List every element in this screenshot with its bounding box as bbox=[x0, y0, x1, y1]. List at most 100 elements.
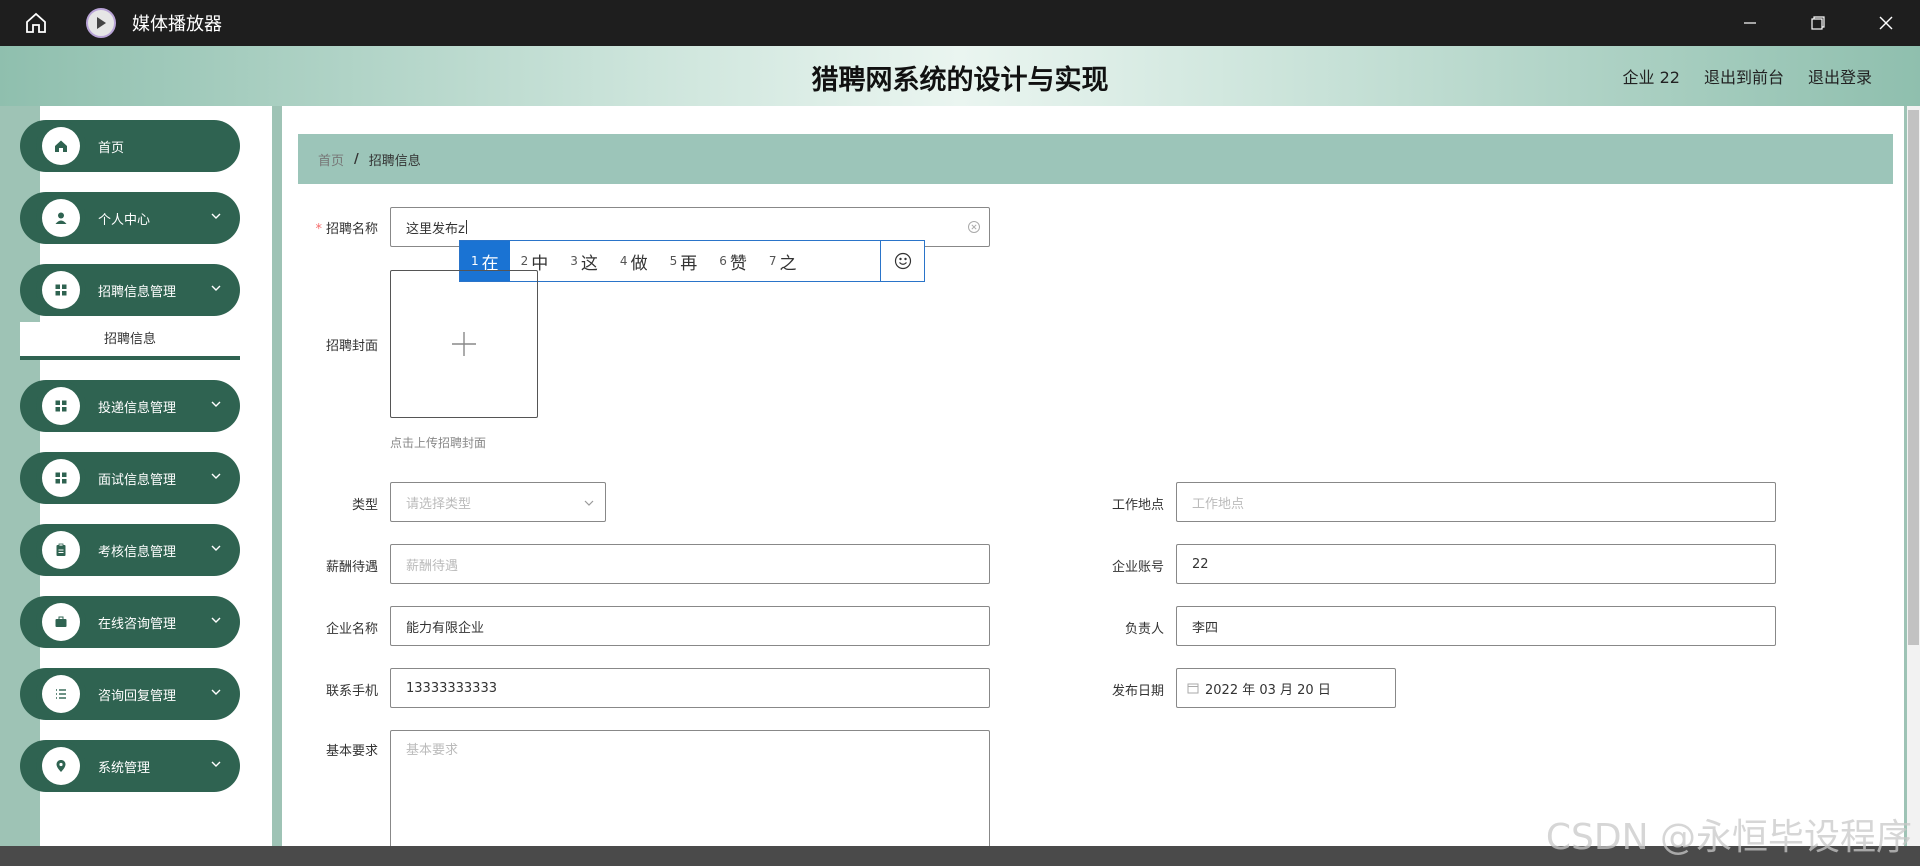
breadcrumb: 首页 / 招聘信息 bbox=[298, 134, 1893, 184]
salary-input[interactable]: 薪酬待遇 bbox=[390, 544, 990, 584]
phone-input[interactable]: 13333333333 bbox=[390, 668, 990, 708]
minimize-icon[interactable] bbox=[1716, 0, 1784, 46]
ime-candidate[interactable]: 7之 bbox=[758, 241, 808, 281]
sidebar-item-label: 咨询回复管理 bbox=[98, 688, 177, 704]
chevron-down-icon bbox=[211, 285, 221, 291]
close-icon[interactable] bbox=[1852, 0, 1920, 46]
cover-label: 招聘封面 bbox=[325, 339, 378, 354]
manager-value: 李四 bbox=[1192, 620, 1219, 636]
sidebar-subitem-recruit-info[interactable]: 招聘信息 bbox=[20, 322, 240, 360]
salary-label: 薪酬待遇 bbox=[325, 560, 378, 575]
sidebar-item-reply-management[interactable]: 咨询回复管理 bbox=[20, 668, 240, 720]
phone-value: 13333333333 bbox=[406, 680, 497, 696]
company-name-value: 能力有限企业 bbox=[406, 620, 485, 636]
play-icon bbox=[86, 8, 116, 38]
ime-candidate[interactable]: 5再 bbox=[659, 241, 709, 281]
company-account-value: 22 bbox=[1192, 556, 1209, 572]
ime-candidate[interactable]: 3这 bbox=[559, 241, 609, 281]
chevron-down-icon bbox=[211, 761, 221, 767]
icon-ring bbox=[36, 741, 86, 791]
manager-input[interactable]: 李四 bbox=[1176, 606, 1776, 646]
ime-candidate-char: 做 bbox=[630, 253, 648, 274]
window-titlebar: 媒体播放器 bbox=[0, 0, 1920, 46]
calendar-icon bbox=[1187, 683, 1199, 694]
briefcase-icon bbox=[42, 603, 80, 641]
clipboard-icon bbox=[42, 531, 80, 569]
restore-icon[interactable] bbox=[1784, 0, 1852, 46]
company-label: 企业名称 bbox=[325, 622, 378, 637]
location-placeholder: 工作地点 bbox=[1192, 496, 1245, 512]
icon-ring bbox=[36, 121, 86, 171]
account-label: 企业账号 bbox=[1111, 560, 1164, 575]
sidebar-item-interview-management[interactable]: 面试信息管理 bbox=[20, 452, 240, 504]
ime-candidate-number: 6 bbox=[719, 254, 727, 268]
sidebar-item-label: 招聘信息管理 bbox=[98, 284, 177, 300]
sidebar-item-application-management[interactable]: 投递信息管理 bbox=[20, 380, 240, 432]
sidebar-item-label: 首页 bbox=[98, 140, 125, 156]
sidebar-item-label: 面试信息管理 bbox=[98, 472, 177, 488]
ime-candidate-char: 赞 bbox=[729, 253, 747, 274]
sidebar-item-recruit-management[interactable]: 招聘信息管理 bbox=[20, 264, 240, 316]
icon-ring bbox=[36, 597, 86, 647]
ime-candidate[interactable]: 6赞 bbox=[708, 241, 758, 281]
company-account-input[interactable]: 22 bbox=[1176, 544, 1776, 584]
work-location-input[interactable]: 工作地点 bbox=[1176, 482, 1776, 522]
clear-icon[interactable] bbox=[967, 220, 981, 234]
sidebar-item-home[interactable]: 首页 bbox=[20, 120, 240, 172]
text-caret bbox=[465, 220, 467, 234]
required-marker: * bbox=[315, 222, 322, 237]
sidebar-item-label: 在线咨询管理 bbox=[98, 616, 177, 632]
grid-icon bbox=[42, 459, 80, 497]
salary-placeholder: 薪酬待遇 bbox=[406, 558, 459, 574]
sidebar-item-label: 个人中心 bbox=[98, 212, 151, 228]
user-icon bbox=[42, 199, 80, 237]
chevron-down-icon bbox=[211, 473, 221, 479]
ime-candidate[interactable]: 4做 bbox=[609, 241, 659, 281]
cover-upload-tip: 点击上传招聘封面 bbox=[390, 436, 487, 450]
ime-candidate-char: 这 bbox=[580, 253, 598, 274]
sidebar-item-system-management[interactable]: 系统管理 bbox=[20, 740, 240, 792]
chevron-down-icon bbox=[211, 401, 221, 407]
manager-label: 负责人 bbox=[1124, 622, 1164, 637]
icon-ring bbox=[36, 265, 86, 315]
icon-ring bbox=[36, 193, 86, 243]
requirements-label: 基本要求 bbox=[325, 744, 378, 759]
sidebar-item-label: 考核信息管理 bbox=[98, 544, 177, 560]
ime-candidate-char: 再 bbox=[680, 253, 698, 274]
chevron-down-icon bbox=[211, 213, 221, 219]
company-name-input[interactable]: 能力有限企业 bbox=[390, 606, 990, 646]
ime-candidate-number: 1 bbox=[471, 254, 479, 268]
sidebar-item-label: 系统管理 bbox=[98, 760, 151, 776]
plus-icon bbox=[452, 332, 476, 356]
sidebar-item-profile[interactable]: 个人中心 bbox=[20, 192, 240, 244]
header-links: 企业 22 退出到前台 退出登录 bbox=[1623, 64, 1872, 88]
location-icon bbox=[42, 747, 80, 785]
type-label: 类型 bbox=[351, 498, 378, 513]
sidebar-item-assessment-management[interactable]: 考核信息管理 bbox=[20, 524, 240, 576]
ime-candidate-number: 3 bbox=[570, 254, 578, 268]
logout-link[interactable]: 退出登录 bbox=[1808, 64, 1872, 88]
type-select[interactable]: 请选择类型 bbox=[390, 482, 606, 522]
name-label: * 招聘名称 bbox=[278, 218, 378, 237]
name-label-text: 招聘名称 bbox=[325, 222, 378, 237]
scrollbar-thumb[interactable] bbox=[1908, 110, 1919, 645]
icon-ring bbox=[36, 525, 86, 575]
emoji-icon[interactable] bbox=[880, 241, 924, 281]
breadcrumb-home[interactable]: 首页 bbox=[318, 150, 344, 169]
current-user-link[interactable]: 企业 22 bbox=[1623, 64, 1680, 88]
requirements-textarea[interactable]: 基本要求 bbox=[390, 730, 990, 848]
chevron-down-icon bbox=[584, 500, 594, 506]
ime-candidate-number: 4 bbox=[619, 254, 628, 268]
list-icon bbox=[42, 675, 80, 713]
breadcrumb-separator: / bbox=[354, 151, 359, 167]
sidebar-item-consult-management[interactable]: 在线咨询管理 bbox=[20, 596, 240, 648]
type-placeholder: 请选择类型 bbox=[406, 496, 472, 512]
home-icon[interactable] bbox=[16, 0, 56, 46]
window-title: 媒体播放器 bbox=[132, 14, 222, 35]
ime-candidate-number: 7 bbox=[768, 254, 777, 268]
publish-date-input[interactable]: 2022 年 03 月 20 日 bbox=[1176, 668, 1396, 708]
cover-upload[interactable] bbox=[390, 270, 538, 418]
exit-to-frontend-link[interactable]: 退出到前台 bbox=[1704, 64, 1784, 88]
sidebar: 首页 个人中心 招聘信息管理 招聘信息 投递信息管理 面试信息管理 考核信息管理… bbox=[20, 106, 272, 846]
icon-ring bbox=[36, 453, 86, 503]
